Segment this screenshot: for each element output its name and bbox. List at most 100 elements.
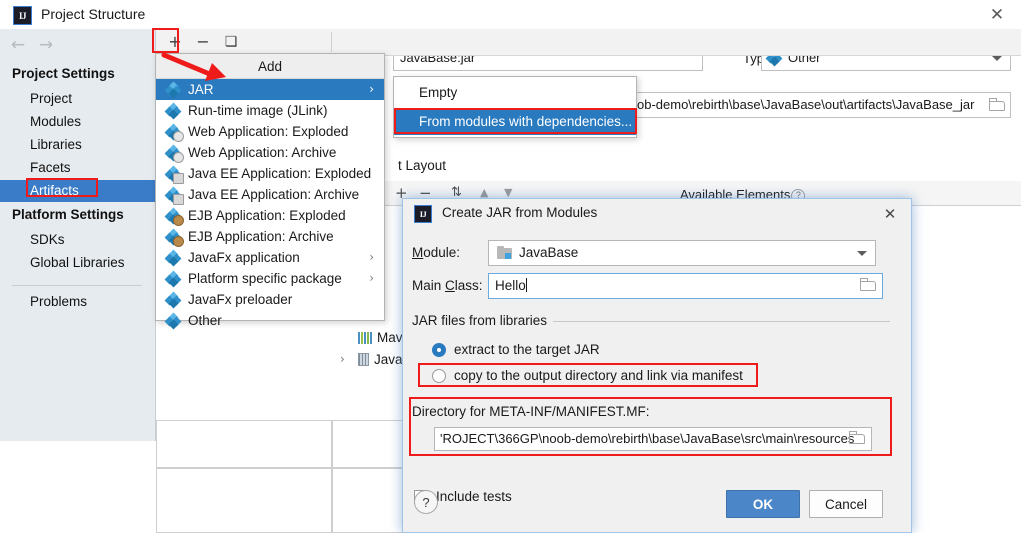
intellij-logo-icon: IJ bbox=[414, 205, 432, 223]
add-menu-header: Add bbox=[156, 54, 384, 79]
expand-chevron-icon[interactable]: › bbox=[340, 352, 345, 366]
manifest-directory-label: Directory for META-INF/MANIFEST.MF: bbox=[412, 404, 650, 419]
jar-files-group-label: JAR files from libraries bbox=[412, 313, 554, 328]
dialog-titlebar: IJ Create JAR from Modules ✕ bbox=[403, 199, 911, 229]
menu-item-web-app-exploded[interactable]: Web Application: Exploded bbox=[156, 121, 384, 142]
diamond-icon bbox=[164, 81, 182, 99]
sidebar-item-label: Libraries bbox=[30, 137, 82, 152]
sidebar-item-modules[interactable]: Modules bbox=[0, 111, 155, 133]
forward-arrow-icon[interactable]: → bbox=[36, 36, 56, 54]
folder-browse-icon[interactable] bbox=[989, 98, 1005, 111]
menu-item-label: Java EE Application: Exploded bbox=[188, 166, 372, 181]
diamond-ee-icon bbox=[164, 165, 184, 184]
sidebar-item-problems[interactable]: Problems bbox=[0, 291, 155, 313]
sidebar-item-libraries[interactable]: Libraries bbox=[0, 134, 155, 156]
menu-item-ejb-app-exploded[interactable]: EJB Application: Exploded bbox=[156, 205, 384, 226]
diamond-ee-icon bbox=[164, 186, 184, 205]
menu-item-platform-specific-package[interactable]: Platform specific package › bbox=[156, 268, 384, 289]
dialog-close-icon[interactable]: ✕ bbox=[879, 204, 901, 224]
sidebar-item-label: Problems bbox=[30, 294, 88, 309]
sidebar-divider bbox=[12, 285, 142, 286]
submenu-item-from-modules-with-dependencies[interactable]: From modules with dependencies... bbox=[394, 108, 636, 135]
tree-row-label: Mav bbox=[377, 330, 403, 345]
manifest-directory-input[interactable]: 'ROJECT\366GP\noob-demo\rebirth\base\Jav… bbox=[434, 427, 872, 451]
menu-item-javaee-app-exploded[interactable]: Java EE Application: Exploded bbox=[156, 163, 384, 184]
intellij-logo-icon: IJ bbox=[13, 6, 32, 25]
copy-artifact-button[interactable]: ❏ bbox=[221, 32, 241, 52]
manifest-directory-value: 'ROJECT\366GP\noob-demo\rebirth\base\Jav… bbox=[440, 431, 855, 446]
menu-item-other[interactable]: Other bbox=[156, 310, 384, 331]
sidebar-item-facets[interactable]: Facets bbox=[0, 157, 155, 179]
menu-item-label: Web Application: Exploded bbox=[188, 124, 349, 139]
diamond-web-icon bbox=[164, 123, 184, 142]
back-arrow-icon[interactable]: ← bbox=[8, 36, 28, 54]
module-folder-icon bbox=[497, 246, 512, 259]
output-directory-input[interactable]: ob-demo\rebirth\base\JavaBase\out\artifa… bbox=[630, 92, 1011, 118]
dialog-title: Create JAR from Modules bbox=[442, 205, 598, 220]
radio-label: extract to the target JAR bbox=[454, 342, 600, 357]
sidebar-item-sdks[interactable]: SDKs bbox=[0, 229, 155, 251]
main-class-input[interactable]: Hello bbox=[488, 273, 883, 299]
settings-sidebar: ← → Project Settings Project Modules Lib… bbox=[0, 29, 156, 441]
chevron-right-icon: › bbox=[369, 82, 374, 96]
menu-item-label: JavaFx application bbox=[188, 250, 300, 265]
folder-browse-icon[interactable] bbox=[860, 278, 876, 291]
menu-item-javafx-preloader[interactable]: JavaFx preloader bbox=[156, 289, 384, 310]
sidebar-item-label: Project bbox=[30, 91, 73, 106]
menu-item-jar[interactable]: JAR › bbox=[156, 79, 384, 100]
sidebar-item-artifacts[interactable]: Artifacts bbox=[0, 180, 155, 202]
module-value: JavaBase bbox=[519, 245, 579, 260]
add-artifact-button[interactable]: + bbox=[165, 32, 185, 52]
remove-artifact-button[interactable]: − bbox=[193, 32, 213, 52]
diamond-icon bbox=[164, 312, 182, 330]
nav-group-platform-settings: Platform Settings bbox=[12, 207, 124, 222]
menu-item-label: Web Application: Archive bbox=[188, 145, 337, 160]
bottom-panel-left bbox=[156, 420, 332, 468]
diamond-icon bbox=[164, 270, 182, 288]
menu-item-label: Other bbox=[188, 313, 222, 328]
toolbar-divider bbox=[331, 32, 332, 52]
menu-item-label: JAR bbox=[188, 82, 214, 97]
menu-item-label: Run-time image (JLink) bbox=[188, 103, 328, 118]
diamond-icon bbox=[164, 249, 182, 267]
chevron-down-icon bbox=[992, 56, 1002, 61]
close-icon[interactable]: ✕ bbox=[983, 5, 1011, 25]
module-label: Module: bbox=[412, 245, 461, 260]
submenu-item-label: From modules with dependencies... bbox=[419, 114, 633, 129]
menu-item-javaee-app-archive[interactable]: Java EE Application: Archive bbox=[156, 184, 384, 205]
help-button[interactable]: ? bbox=[414, 490, 438, 514]
module-select[interactable]: JavaBase bbox=[488, 240, 876, 266]
sidebar-item-label: Artifacts bbox=[30, 183, 79, 198]
diamond-web-icon bbox=[164, 144, 184, 163]
menu-item-label: JavaFx preloader bbox=[188, 292, 293, 307]
tree-row[interactable]: › Java bbox=[340, 352, 403, 367]
menu-item-javafx-application[interactable]: JavaFx application › bbox=[156, 247, 384, 268]
tree-row-label: Java bbox=[374, 352, 403, 367]
chevron-right-icon: › bbox=[369, 250, 374, 264]
submenu-item-empty[interactable]: Empty bbox=[394, 79, 636, 106]
output-layout-label: t Layout bbox=[398, 158, 447, 173]
include-tests-label: Include tests bbox=[436, 489, 512, 504]
diamond-ejb-icon bbox=[164, 207, 184, 226]
bottom-panel-left2 bbox=[156, 468, 332, 533]
nav-history-controls: ← → bbox=[0, 29, 155, 61]
tree-row[interactable]: Mav bbox=[358, 330, 403, 345]
project-structure-window: IJ Project Structure ✕ JavaBase:jar Type… bbox=[0, 0, 1021, 533]
sidebar-item-label: Global Libraries bbox=[30, 255, 125, 270]
submenu-item-label: Empty bbox=[419, 85, 458, 100]
module-label-text: odule: bbox=[423, 245, 461, 260]
cancel-button[interactable]: Cancel bbox=[809, 490, 883, 518]
add-artifact-menu: Add JAR › Run-time image (JLink) Web App… bbox=[155, 53, 385, 330]
menu-item-ejb-app-archive[interactable]: EJB Application: Archive bbox=[156, 226, 384, 247]
main-class-value: Hello bbox=[495, 278, 526, 293]
sidebar-item-global-libraries[interactable]: Global Libraries bbox=[0, 252, 155, 274]
diamond-ejb-icon bbox=[164, 228, 184, 247]
sidebar-item-project[interactable]: Project bbox=[0, 88, 155, 110]
folder-browse-icon[interactable] bbox=[849, 431, 865, 444]
menu-item-runtime-image[interactable]: Run-time image (JLink) bbox=[156, 100, 384, 121]
artifacts-toolbar: + − ❏ bbox=[156, 29, 1021, 56]
chevron-down-icon bbox=[857, 251, 867, 256]
ok-button[interactable]: OK bbox=[726, 490, 800, 518]
menu-item-web-app-archive[interactable]: Web Application: Archive bbox=[156, 142, 384, 163]
sidebar-item-label: SDKs bbox=[30, 232, 65, 247]
